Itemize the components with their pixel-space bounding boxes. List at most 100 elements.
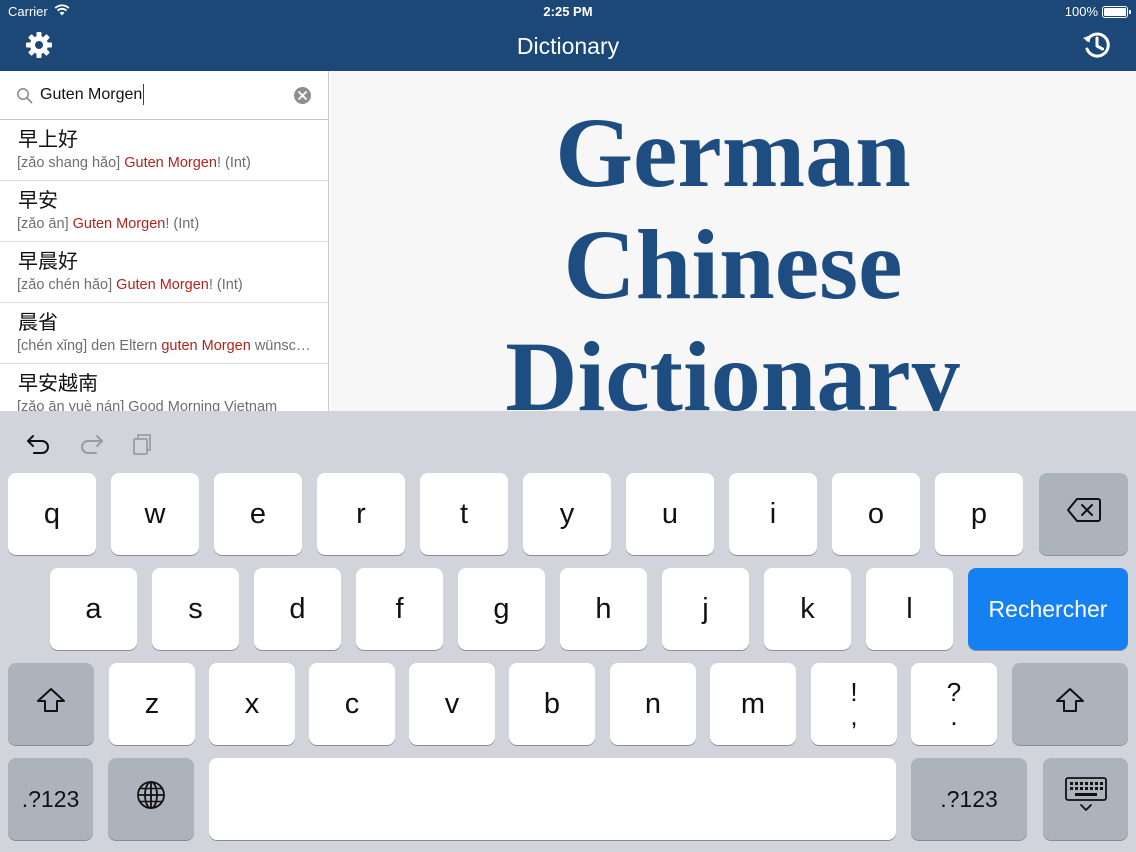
key-z[interactable]: z (109, 663, 195, 745)
key-m[interactable]: m (710, 663, 796, 745)
logo-line-2: Chinese (563, 209, 903, 320)
result-post: ! (Int) (165, 216, 200, 232)
shift-key-left[interactable] (8, 663, 94, 745)
key-stack-1: ! , (850, 679, 858, 731)
key-q[interactable]: q (8, 473, 96, 555)
globe-key[interactable] (108, 758, 194, 840)
shift-icon (36, 687, 66, 721)
result-pre: Good Morning Vietnam (128, 399, 278, 411)
list-item[interactable]: 早安越南 [zǎo ān yuè nán] Good Morning Vietn… (0, 364, 328, 411)
result-pinyin: [zǎo chén hǎo] (17, 277, 113, 293)
list-item[interactable]: 晨省 [chén xǐng] den Eltern guten Morgen w… (0, 303, 328, 364)
result-hanzi: 早上好 (18, 129, 78, 151)
result-pinyin: [zǎo ān yuè nán] (17, 399, 125, 411)
paste-button[interactable] (127, 431, 157, 461)
numbers-key-left[interactable]: .?123 (8, 758, 93, 840)
key-d[interactable]: d (254, 568, 341, 650)
result-definition: [zǎo shang hǎo] Guten Morgen! (Int) (17, 153, 316, 173)
key-b[interactable]: b (509, 663, 595, 745)
key-h[interactable]: h (560, 568, 647, 650)
result-definition: [zǎo ān yuè nán] Good Morning Vietnam (17, 397, 316, 411)
key-bottom-char: , (850, 701, 858, 731)
key-bottom-char: . (950, 701, 958, 731)
navigation-bar: Carrier 2:25 PM 100% Dictionary (0, 0, 1136, 71)
result-hanzi: 晨省 (18, 312, 58, 334)
key-s[interactable]: s (152, 568, 239, 650)
globe-icon (135, 779, 167, 819)
history-button[interactable] (1080, 30, 1114, 64)
result-post: ! (Int) (208, 277, 243, 293)
result-hanzi: 早安 (18, 190, 58, 212)
result-list: 早上好 [zǎo shang hǎo] Guten Morgen! (Int) … (0, 120, 328, 411)
detail-pane: German Chinese Dictionary (330, 71, 1136, 411)
result-post: ! (Int) (216, 155, 251, 171)
battery-group: 100% (1064, 4, 1131, 19)
list-item[interactable]: 早上好 [zǎo shang hǎo] Guten Morgen! (Int) (0, 120, 328, 181)
key-t[interactable]: t (420, 473, 508, 555)
redo-icon (77, 432, 105, 461)
key-exclamation-comma[interactable]: ! , (811, 663, 897, 745)
key-i[interactable]: i (729, 473, 817, 555)
result-definition: [zǎo ān] Guten Morgen! (Int) (17, 214, 316, 234)
key-n[interactable]: n (610, 663, 696, 745)
shift-icon (1055, 687, 1085, 721)
clear-search-button[interactable] (294, 87, 311, 104)
result-pinyin: [zǎo shang hǎo] (17, 155, 121, 171)
search-icon (16, 87, 33, 109)
status-time: 2:25 PM (543, 4, 593, 19)
backspace-key[interactable] (1039, 473, 1128, 555)
key-question-period[interactable]: ? . (911, 663, 997, 745)
battery-percent: 100% (1064, 4, 1098, 19)
key-p[interactable]: p (935, 473, 1023, 555)
text-cursor (143, 84, 145, 105)
list-item[interactable]: 早安 [zǎo ān] Guten Morgen! (Int) (0, 181, 328, 242)
keyboard: q w e r t y u i o p a s d f g h j k l Re… (0, 411, 1136, 852)
results-pane: 早上好 [zǎo shang hǎo] Guten Morgen! (Int) … (0, 71, 329, 411)
page-title: Dictionary (516, 33, 620, 59)
key-g[interactable]: g (458, 568, 545, 650)
key-e[interactable]: e (214, 473, 302, 555)
result-pinyin: [zǎo ān] (17, 216, 69, 232)
result-highlight: Guten Morgen (116, 277, 209, 293)
result-highlight: Guten Morgen (72, 216, 166, 232)
key-j[interactable]: j (662, 568, 749, 650)
key-l[interactable]: l (866, 568, 953, 650)
search-bar (0, 71, 328, 120)
clipboard-icon (130, 432, 154, 461)
key-o[interactable]: o (832, 473, 920, 555)
key-w[interactable]: w (111, 473, 199, 555)
backspace-icon (1066, 497, 1102, 531)
key-r[interactable]: r (317, 473, 405, 555)
list-item[interactable]: 早晨好 [zǎo chén hǎo] Guten Morgen! (Int) (0, 242, 328, 303)
key-y[interactable]: y (523, 473, 611, 555)
redo-button[interactable] (76, 431, 106, 461)
logo-line-1: German (555, 97, 911, 208)
key-f[interactable]: f (356, 568, 443, 650)
result-hanzi: 早安越南 (18, 373, 98, 395)
result-post: wünschen (254, 338, 316, 354)
key-v[interactable]: v (409, 663, 495, 745)
close-icon (298, 87, 307, 105)
search-input[interactable] (40, 83, 290, 107)
key-k[interactable]: k (764, 568, 851, 650)
space-key[interactable] (209, 758, 896, 840)
undo-button[interactable] (24, 431, 54, 461)
result-highlight: guten Morgen (161, 338, 251, 354)
undo-icon (25, 432, 53, 461)
shift-key-right[interactable] (1012, 663, 1128, 745)
key-u[interactable]: u (626, 473, 714, 555)
result-definition: [chén xǐng] den Eltern guten Morgen wüns… (17, 336, 316, 356)
status-bar: Carrier 2:25 PM 100% (0, 0, 1136, 24)
history-icon (1081, 29, 1113, 66)
keyboard-icon (1064, 776, 1108, 822)
result-highlight: Guten Morgen (124, 155, 217, 171)
result-pinyin: [chén xǐng] (17, 338, 88, 354)
hide-keyboard-key[interactable] (1043, 758, 1128, 840)
logo-line-3: Dictionary (505, 321, 961, 412)
key-c[interactable]: c (309, 663, 395, 745)
key-x[interactable]: x (209, 663, 295, 745)
key-a[interactable]: a (50, 568, 137, 650)
numbers-key-right[interactable]: .?123 (911, 758, 1027, 840)
battery-icon (1102, 5, 1131, 18)
search-key[interactable]: Rechercher (968, 568, 1128, 650)
